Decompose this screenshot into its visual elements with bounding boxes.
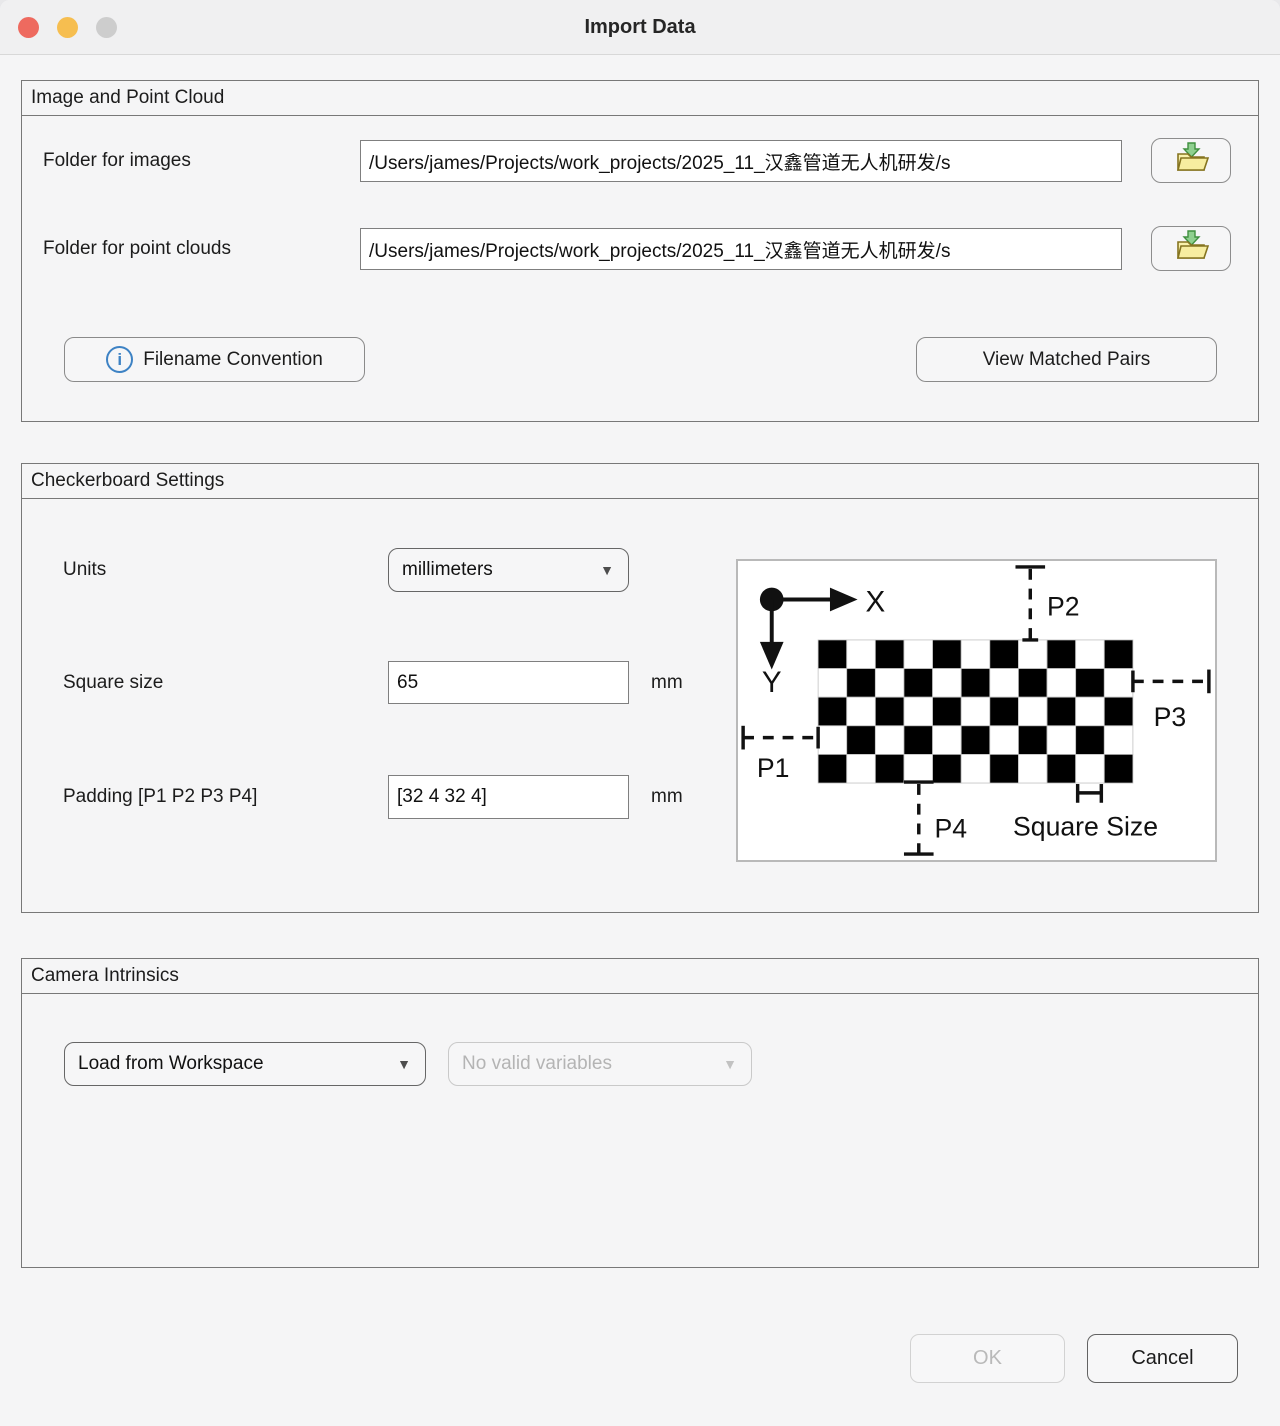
padding-label: Padding [P1 P2 P3 P4] [63, 775, 257, 819]
p3-label: P3 [1154, 702, 1187, 732]
p1-label: P1 [757, 753, 790, 783]
y-axis-label: Y [762, 666, 782, 699]
square-size-input[interactable] [388, 661, 629, 704]
browse-point-clouds-button[interactable] [1151, 226, 1231, 271]
folder-for-point-clouds-input[interactable] [360, 228, 1122, 270]
checkerboard-svg: X Y P2 P3 [738, 561, 1215, 860]
view-matched-pairs-button[interactable]: View Matched Pairs [916, 337, 1217, 382]
section-title: Image and Point Cloud [22, 81, 1258, 116]
x-axis-label: X [865, 585, 885, 618]
cancel-button[interactable]: Cancel [1087, 1334, 1238, 1383]
filename-convention-button[interactable]: i Filename Convention [64, 337, 365, 382]
section-title: Camera Intrinsics [22, 959, 1258, 994]
p4-label: P4 [935, 813, 968, 843]
p2-marker [1015, 567, 1045, 640]
open-folder-icon [1171, 142, 1211, 179]
units-label: Units [63, 548, 106, 592]
chevron-down-icon: ▼ [723, 1056, 737, 1072]
checkerboard-squares [818, 640, 1133, 783]
p2-label: P2 [1047, 591, 1080, 621]
section-checkerboard-settings: Checkerboard Settings Units millimeters … [21, 463, 1259, 913]
intrinsics-variable-dropdown: No valid variables ▼ [448, 1042, 752, 1086]
square-size-label: Square size [63, 661, 163, 704]
folder-for-images-input[interactable] [360, 140, 1122, 182]
p1-marker [743, 726, 818, 750]
browse-images-button[interactable] [1151, 138, 1231, 183]
window-title: Import Data [0, 0, 1280, 55]
folder-for-point-clouds-label: Folder for point clouds [43, 228, 231, 270]
square-size-diagram-label: Square Size [1013, 811, 1158, 841]
section-title: Checkerboard Settings [22, 464, 1258, 499]
square-size-marker [1078, 784, 1102, 803]
section-image-and-point-cloud: Image and Point Cloud Folder for images … [21, 80, 1259, 422]
chevron-down-icon: ▼ [397, 1056, 411, 1072]
checkerboard-diagram: X Y P2 P3 [736, 559, 1217, 862]
chevron-down-icon: ▼ [600, 562, 614, 578]
padding-input[interactable] [388, 775, 629, 819]
units-dropdown[interactable]: millimeters ▼ [388, 548, 629, 592]
units-selected-value: millimeters [402, 559, 493, 581]
padding-unit: mm [651, 775, 683, 819]
p4-marker [904, 782, 934, 854]
titlebar: Import Data [0, 0, 1280, 55]
folder-for-images-label: Folder for images [43, 140, 191, 182]
ok-button: OK [910, 1334, 1065, 1383]
intrinsics-variable-value: No valid variables [462, 1053, 612, 1075]
open-folder-icon [1171, 230, 1211, 267]
ok-button-label: OK [973, 1347, 1002, 1370]
cancel-button-label: Cancel [1131, 1347, 1193, 1370]
filename-convention-label: Filename Convention [143, 349, 323, 371]
square-size-unit: mm [651, 661, 683, 704]
intrinsics-source-value: Load from Workspace [78, 1053, 264, 1075]
import-data-dialog: Import Data Image and Point Cloud Folder… [0, 0, 1280, 1426]
intrinsics-source-dropdown[interactable]: Load from Workspace ▼ [64, 1042, 426, 1086]
p3-marker [1133, 670, 1209, 694]
info-icon: i [106, 346, 133, 373]
view-matched-pairs-label: View Matched Pairs [983, 349, 1151, 371]
section-camera-intrinsics: Camera Intrinsics Load from Workspace ▼ … [21, 958, 1259, 1268]
